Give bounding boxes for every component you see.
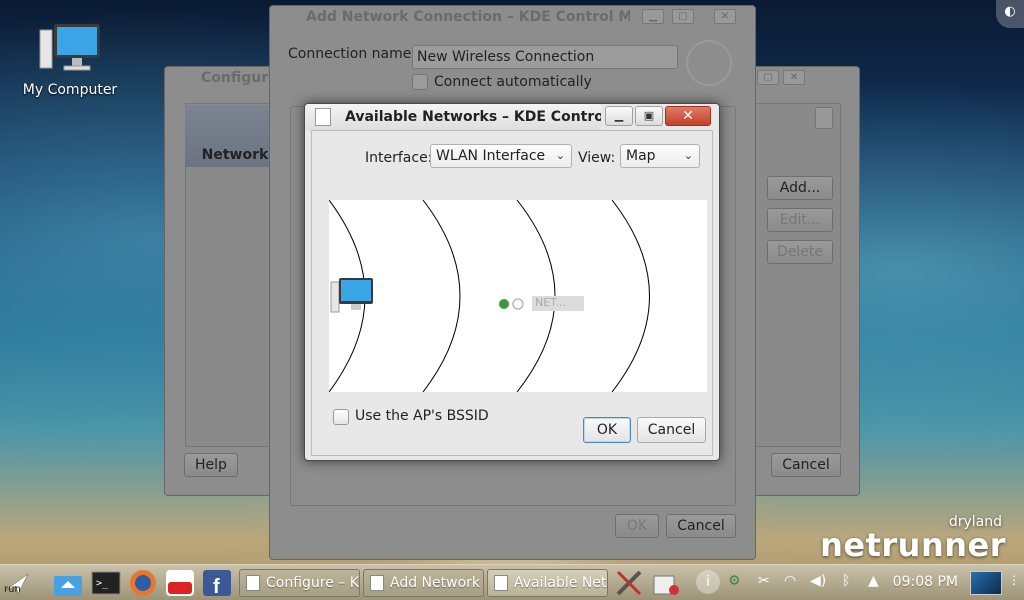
- help-button[interactable]: Help: [184, 453, 238, 477]
- connect-automatically-checkbox[interactable]: [412, 74, 428, 90]
- svg-text:>_: >_: [96, 578, 109, 589]
- dialog-title: Available Networks – KDE Control Module: [345, 109, 601, 125]
- bluetooth-icon[interactable]: ᛒ: [842, 573, 850, 589]
- chevron-down-icon: ⌄: [555, 149, 565, 162]
- desktop-pager-icon[interactable]: [970, 571, 1002, 595]
- range-arcs: [329, 200, 650, 392]
- maximize-icon[interactable]: ▣: [635, 106, 663, 126]
- delete-button[interactable]: Delete: [767, 240, 833, 264]
- application-launcher-icon[interactable]: run: [2, 568, 32, 598]
- close-icon[interactable]: ✕: [665, 106, 711, 126]
- notifications-icon[interactable]: ▲: [868, 573, 879, 589]
- available-networks-dialog: Available Networks – KDE Control Module …: [304, 103, 720, 461]
- info-icon[interactable]: i: [696, 570, 720, 594]
- minimize-icon[interactable]: ▁: [605, 106, 633, 126]
- network-icon[interactable]: ◠: [784, 573, 796, 589]
- tab-network-label: Network: [201, 147, 269, 163]
- configure-cancel-button[interactable]: Cancel: [771, 453, 841, 477]
- view-label: View:: [578, 150, 616, 166]
- netrunner-brand: dryland netrunner: [820, 514, 1006, 564]
- brand-main: netrunner: [820, 526, 1006, 564]
- edit-button[interactable]: Edit...: [767, 208, 833, 232]
- maximize-icon[interactable]: ▢: [757, 70, 779, 85]
- network-map[interactable]: NET...: [329, 200, 707, 392]
- task-label: Available Net: [514, 575, 607, 591]
- interface-select-value: WLAN Interface: [436, 148, 546, 164]
- wireless-icon: [686, 40, 732, 86]
- panel-menu-icon[interactable]: ⋮: [1008, 573, 1020, 587]
- window-icon: [494, 575, 508, 591]
- my-computer-label: My Computer: [22, 82, 118, 98]
- signal-icon: [512, 298, 524, 310]
- taskbar: run >_ f Configure – K Add Network Avail…: [0, 564, 1024, 600]
- add-network-ok-button[interactable]: OK: [615, 514, 659, 538]
- system-settings-icon[interactable]: [614, 568, 646, 598]
- window-icon: [370, 575, 384, 591]
- launcher-label: run: [4, 584, 21, 595]
- add-button[interactable]: Add...: [767, 176, 833, 200]
- dialog-ok-button[interactable]: OK: [583, 417, 631, 443]
- view-select-value: Map: [626, 148, 656, 164]
- dialog-app-icon: [315, 108, 331, 126]
- view-select[interactable]: Map ⌄: [620, 144, 700, 168]
- task-add-network[interactable]: Add Network: [363, 569, 484, 597]
- document-icon: [815, 107, 833, 129]
- task-configure[interactable]: Configure – K: [239, 569, 360, 597]
- computer-icon: [38, 22, 102, 78]
- maximize-icon[interactable]: ▢: [672, 9, 694, 24]
- terminal-icon[interactable]: >_: [90, 568, 122, 598]
- chevron-down-icon: ⌄: [683, 149, 693, 162]
- use-bssid-label: Use the AP's BSSID: [355, 408, 489, 424]
- package-manager-icon[interactable]: [650, 568, 682, 598]
- home-folder-icon[interactable]: [52, 568, 84, 598]
- my-computer-desktop-icon[interactable]: My Computer: [22, 22, 118, 98]
- dialog-body: Interface: WLAN Interface ⌄ View: Map ⌄: [311, 130, 713, 456]
- task-label: Configure – K: [266, 575, 359, 591]
- interface-label: Interface:: [365, 150, 433, 166]
- connect-automatically-label: Connect automatically: [434, 74, 592, 90]
- dialog-cancel-button[interactable]: Cancel: [637, 417, 706, 443]
- task-available-networks[interactable]: Available Net: [487, 569, 608, 597]
- desktop-toolbox-icon[interactable]: ◐: [996, 0, 1024, 28]
- close-icon[interactable]: ✕: [783, 70, 805, 85]
- connection-name-label: Connection name:: [288, 46, 417, 62]
- svg-text:f: f: [213, 576, 220, 598]
- close-icon[interactable]: ✕: [714, 9, 736, 24]
- updates-gear-icon[interactable]: ⚙: [728, 573, 741, 589]
- clipboard-scissors-icon[interactable]: ✂: [758, 573, 770, 589]
- youtube-icon[interactable]: [164, 568, 196, 598]
- interface-select[interactable]: WLAN Interface ⌄: [430, 144, 572, 168]
- task-label: Add Network: [390, 575, 481, 591]
- firefox-icon[interactable]: [127, 568, 159, 598]
- window-icon: [246, 575, 260, 591]
- clock[interactable]: 09:08 PM: [893, 574, 958, 590]
- minimize-icon[interactable]: ▁: [642, 9, 664, 24]
- add-network-cancel-button[interactable]: Cancel: [666, 514, 736, 538]
- connection-name-input[interactable]: New Wireless Connection: [412, 45, 678, 69]
- add-network-titlebar[interactable]: Add Network Connection – KDE Control Mod…: [270, 6, 630, 28]
- dialog-titlebar[interactable]: Available Networks – KDE Control Module: [305, 104, 601, 130]
- volume-icon[interactable]: ◀): [810, 573, 826, 589]
- computer-icon: [330, 278, 373, 313]
- network-node-label[interactable]: NET...: [535, 296, 566, 309]
- facebook-icon[interactable]: f: [201, 568, 233, 598]
- use-bssid-checkbox[interactable]: [333, 409, 349, 425]
- secure-shield-icon: [499, 299, 509, 309]
